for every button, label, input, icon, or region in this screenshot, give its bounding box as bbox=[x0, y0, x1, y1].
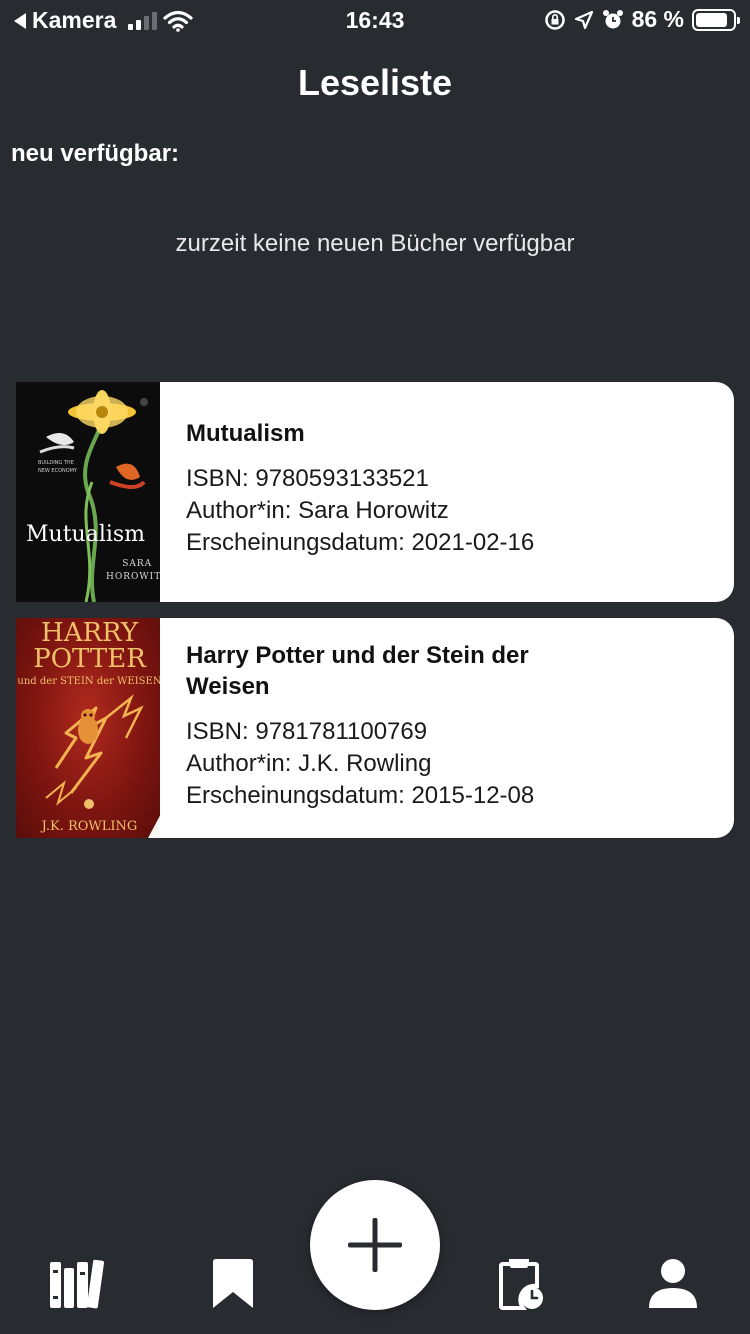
book-info: Mutualism ISBN: 9780593133521 Author*in:… bbox=[160, 382, 606, 602]
book-card[interactable]: HARRY POTTER und der STEIN der WEISEN J.… bbox=[16, 618, 734, 838]
svg-text:BUILDING THE: BUILDING THE bbox=[38, 460, 74, 466]
status-right: 86 % bbox=[544, 6, 740, 33]
book-info: Harry Potter und der Stein der Weisen IS… bbox=[160, 618, 606, 838]
new-section-label: neu verfügbar: bbox=[11, 140, 180, 167]
cover-title-text: HARRY POTTER bbox=[33, 618, 146, 674]
alarm-icon bbox=[602, 9, 623, 28]
cover-author-text: SARA HOROWITZ bbox=[106, 559, 160, 582]
cover-author-text: J.K. ROWLING bbox=[41, 819, 138, 834]
clipboard-clock-icon[interactable] bbox=[497, 1258, 545, 1312]
book-title: Mutualism bbox=[186, 420, 305, 447]
rotation-lock-icon bbox=[544, 9, 565, 30]
book-card[interactable]: BUILDING THE NEW ECONOMY Mutualism SARA … bbox=[16, 382, 734, 602]
book-cover-image: HARRY POTTER und der STEIN der WEISEN J.… bbox=[16, 618, 160, 838]
add-book-button[interactable] bbox=[310, 1180, 440, 1310]
bottom-tab-bar bbox=[0, 1180, 750, 1334]
battery-percent: 86 % bbox=[631, 6, 684, 32]
book-title: Harry Potter und der Stein der Weisen bbox=[186, 642, 529, 700]
book-cover-image: BUILDING THE NEW ECONOMY Mutualism SARA … bbox=[16, 382, 160, 602]
book-author: Author*in: Sara Horowitz bbox=[186, 497, 449, 524]
svg-text:NEW ECONOMY: NEW ECONOMY bbox=[38, 468, 78, 474]
location-icon bbox=[574, 10, 593, 29]
book-author: Author*in: J.K. Rowling bbox=[186, 750, 432, 777]
empty-new-books-message: zurzeit keine neuen Bücher verfügbar bbox=[175, 230, 575, 257]
book-release-date: Erscheinungsdatum: 2021-02-16 bbox=[186, 529, 535, 556]
user-icon[interactable] bbox=[648, 1258, 698, 1310]
battery-icon bbox=[692, 8, 740, 31]
status-bar: Kamera 16:43 86 % bbox=[0, 0, 750, 40]
page-title: Leseliste bbox=[297, 62, 453, 103]
book-isbn: ISBN: 9780593133521 bbox=[186, 465, 429, 492]
book-release-date: Erscheinungsdatum: 2015-12-08 bbox=[186, 782, 535, 809]
library-icon[interactable] bbox=[48, 1258, 108, 1310]
cover-title-text: Mutualism bbox=[26, 522, 146, 547]
plus-icon bbox=[348, 1218, 402, 1272]
bookmark-icon[interactable] bbox=[210, 1258, 256, 1310]
book-isbn: ISBN: 9781781100769 bbox=[186, 718, 428, 745]
cover-subtitle-text: und der STEIN der WEISEN bbox=[17, 676, 160, 687]
